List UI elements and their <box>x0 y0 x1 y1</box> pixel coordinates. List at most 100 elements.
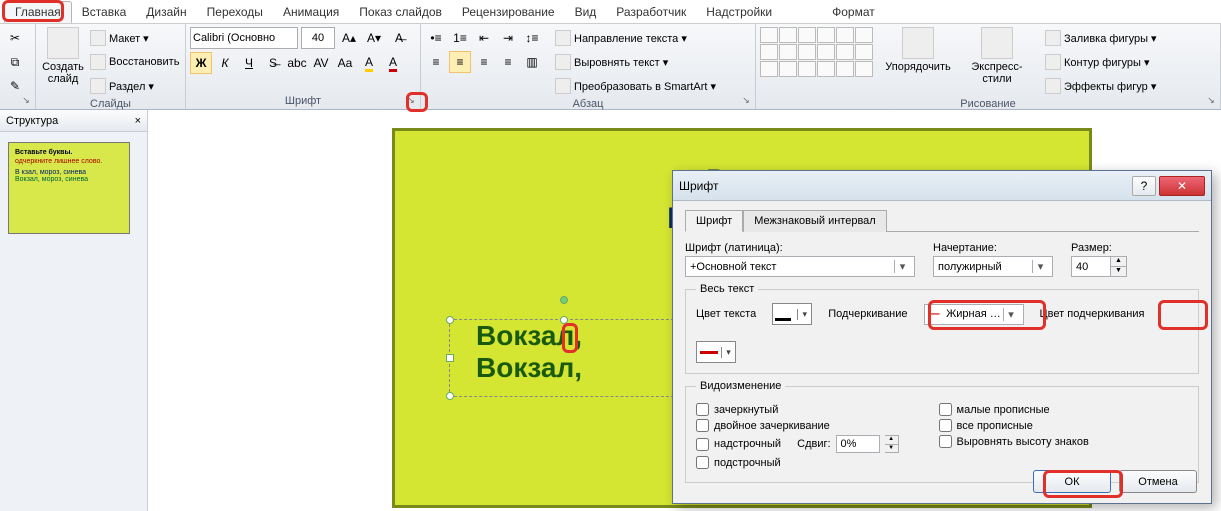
text-color-button[interactable]: ▾ <box>772 303 812 325</box>
shape-fill-button[interactable]: Заливка фигуры ▾ <box>1045 27 1157 49</box>
highlight-button[interactable]: A <box>358 52 380 74</box>
shape-effects-button[interactable]: Эффекты фигур ▾ <box>1045 75 1157 97</box>
tab-insert[interactable]: Вставка <box>72 2 137 22</box>
cancel-button[interactable]: Отмена <box>1119 470 1197 493</box>
dialog-close-button[interactable]: ✕ <box>1159 176 1205 196</box>
size-up-button[interactable]: ▲ <box>1111 257 1126 267</box>
group-drawing: Упорядочить Экспресс-стили Заливка фигур… <box>756 24 1221 109</box>
cut-icon[interactable]: ✂ <box>4 27 26 49</box>
font-latin-combo[interactable]: +Основной текст▾ <box>685 256 915 277</box>
equalize-check[interactable]: Выровнять высоту знаков <box>939 435 1089 448</box>
shift-input[interactable]: 0% <box>836 435 880 453</box>
clear-format-icon[interactable]: A̶ <box>388 27 410 49</box>
align-right-button[interactable]: ≡ <box>473 51 495 73</box>
clipboard-launcher[interactable]: ↘ <box>19 93 33 107</box>
subscript-check[interactable]: подстрочный <box>696 456 899 469</box>
font-style-combo[interactable]: полужирный▾ <box>933 256 1053 277</box>
dialog-tab-spacing[interactable]: Межзнаковый интервал <box>743 210 887 232</box>
thumb-line4: Вокзал, мороз, синева <box>15 176 123 183</box>
text-box[interactable]: Вокзал, Вокзал, <box>449 319 679 397</box>
new-slide-label: Создать слайд <box>42 61 84 85</box>
tab-addins[interactable]: Надстройки <box>696 2 782 22</box>
italic-button[interactable]: К <box>214 52 236 74</box>
new-slide-button[interactable]: Создать слайд <box>40 27 86 85</box>
ribbon-tabs: Главная Вставка Дизайн Переходы Анимация… <box>0 0 1221 24</box>
tab-view[interactable]: Вид <box>565 2 607 22</box>
superscript-check[interactable]: надстрочный Сдвиг: 0% ▲ ▼ <box>696 435 899 453</box>
font-size-combo[interactable] <box>301 27 335 49</box>
tab-design[interactable]: Дизайн <box>136 2 196 22</box>
align-text-button[interactable]: Выровнять текст ▾ <box>555 51 716 73</box>
reset-button[interactable]: Восстановить <box>90 51 179 73</box>
columns-button[interactable]: ▥ <box>521 51 543 73</box>
shadow-button[interactable]: abc <box>286 52 308 74</box>
drawing-group-label: Рисование <box>760 97 1216 111</box>
dialog-tab-font[interactable]: Шрифт <box>685 210 743 232</box>
shape-outline-button[interactable]: Контур фигуры ▾ <box>1045 51 1157 73</box>
shift-down[interactable]: ▼ <box>885 444 898 453</box>
copy-icon[interactable]: ⧉ <box>4 51 26 73</box>
shift-label: Сдвиг: <box>797 438 830 450</box>
dialog-help-button[interactable]: ? <box>1132 176 1156 196</box>
case-button[interactable]: Aa <box>334 52 356 74</box>
dialog-title: Шрифт <box>679 179 718 193</box>
linespacing-button[interactable]: ↕≡ <box>521 27 543 49</box>
shift-up[interactable]: ▲ <box>885 436 898 444</box>
slides-group-label: Слайды <box>40 97 181 111</box>
font-launcher[interactable]: ↘ <box>404 93 418 107</box>
tab-home[interactable]: Главная <box>4 1 72 23</box>
underline-button[interactable]: Ч <box>238 52 260 74</box>
underline-color-button[interactable]: ▾ <box>696 341 736 363</box>
shape-effects-label: Эффекты фигур ▾ <box>1064 80 1156 93</box>
section-label: Раздел ▾ <box>109 80 154 93</box>
align-left-button[interactable]: ≡ <box>425 51 447 73</box>
underline-value: Жирная … <box>946 308 1001 320</box>
size-down-button[interactable]: ▼ <box>1111 267 1126 276</box>
tab-slideshow[interactable]: Показ слайдов <box>349 2 452 22</box>
smartart-label: Преобразовать в SmartArt ▾ <box>574 80 716 93</box>
tab-developer[interactable]: Разработчик <box>606 2 696 22</box>
font-color-button[interactable]: A <box>382 52 404 74</box>
font-name-combo[interactable] <box>190 27 298 49</box>
tab-animation[interactable]: Анимация <box>273 2 349 22</box>
ok-button[interactable]: ОК <box>1033 470 1111 493</box>
text-direction-button[interactable]: Направление текста ▾ <box>555 27 716 49</box>
allcaps-check[interactable]: все прописные <box>939 419 1089 432</box>
drawing-launcher[interactable]: ↘ <box>1204 93 1218 107</box>
bullets-button[interactable]: •≡ <box>425 27 447 49</box>
shrink-font-icon[interactable]: A▾ <box>363 27 385 49</box>
slide-thumbnail[interactable]: Вставьте буквы. одчеркните лишнее слово.… <box>8 142 130 234</box>
double-strike-check[interactable]: двойное зачеркивание <box>696 419 899 432</box>
strike-button[interactable]: S̶ <box>262 52 284 74</box>
smallcaps-label: малые прописные <box>957 404 1050 416</box>
paragraph-launcher[interactable]: ↘ <box>739 93 753 107</box>
outline-close-icon[interactable]: × <box>135 115 141 127</box>
tab-format[interactable]: Формат <box>822 2 885 22</box>
justify-button[interactable]: ≡ <box>497 51 519 73</box>
outdent-button[interactable]: ⇤ <box>473 27 495 49</box>
indent-button[interactable]: ⇥ <box>497 27 519 49</box>
underline-combo[interactable]: — Жирная …▾ <box>924 304 1024 325</box>
align-center-button[interactable]: ≡ <box>449 51 471 73</box>
smartart-button[interactable]: Преобразовать в SmartArt ▾ <box>555 75 716 97</box>
reset-icon <box>90 54 106 70</box>
shapes-gallery[interactable] <box>760 27 873 77</box>
font-size-input[interactable]: 40 <box>1071 256 1111 277</box>
allcaps-label: все прописные <box>957 420 1033 432</box>
smallcaps-check[interactable]: малые прописные <box>939 403 1089 416</box>
bold-button[interactable]: Ж <box>190 52 212 74</box>
quick-styles-label: Экспресс-стили <box>957 61 1037 85</box>
grow-font-icon[interactable]: A▴ <box>338 27 360 49</box>
tab-transitions[interactable]: Переходы <box>197 2 273 22</box>
group-clipboard: ✂ ⧉ ✎ ↘ <box>0 24 36 109</box>
arrange-button[interactable]: Упорядочить <box>883 27 953 73</box>
spacing-button[interactable]: AV <box>310 52 332 74</box>
strike-check[interactable]: зачеркнутый <box>696 403 899 416</box>
quick-styles-button[interactable]: Экспресс-стили <box>957 27 1037 85</box>
font-dialog[interactable]: Шрифт ? ✕ Шрифт Межзнаковый интервал Шри… <box>672 170 1212 504</box>
text-direction-label: Направление текста ▾ <box>574 32 687 45</box>
layout-button[interactable]: Макет ▾ <box>90 27 179 49</box>
section-button[interactable]: Раздел ▾ <box>90 75 179 97</box>
numbering-button[interactable]: 1≡ <box>449 27 471 49</box>
tab-review[interactable]: Рецензирование <box>452 2 565 22</box>
